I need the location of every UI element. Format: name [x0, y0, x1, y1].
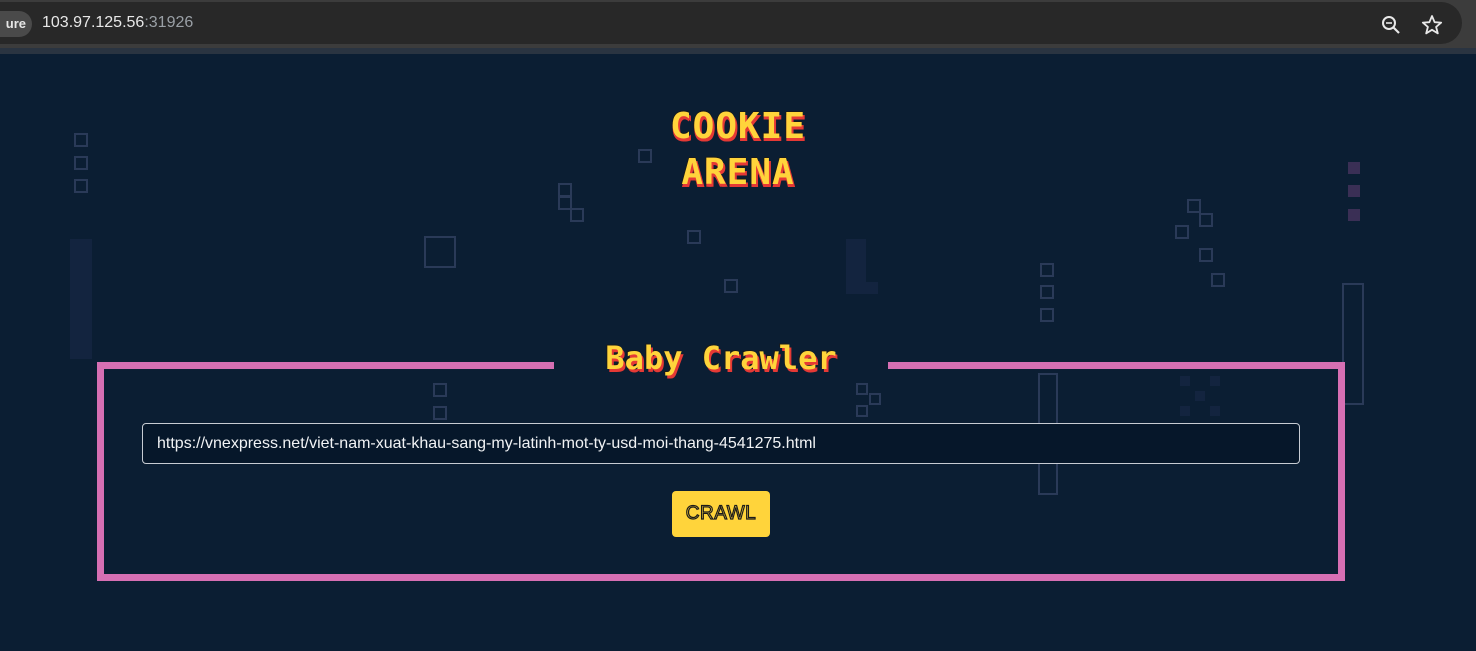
site-security-chip[interactable]: ure: [0, 11, 32, 37]
cookie-arena-logo: COOKIE ARENA: [0, 104, 1476, 196]
logo-line-1: COOKIE: [669, 106, 807, 147]
url-input[interactable]: [142, 423, 1300, 464]
page-title: Baby Crawler: [605, 339, 837, 377]
page-body: COOKIE ARENA Baby Crawler CRAWL: [0, 54, 1476, 651]
bookmark-star-icon[interactable]: [1421, 14, 1443, 36]
browser-toolbar: ure 103.97.125.56:31926: [0, 0, 1476, 48]
crawl-button[interactable]: CRAWL: [672, 491, 770, 537]
url-text[interactable]: 103.97.125.56:31926: [42, 14, 193, 32]
logo-line-2: ARENA: [681, 152, 795, 193]
zoom-icon[interactable]: [1380, 14, 1402, 36]
crawler-form-box: [97, 362, 1345, 581]
url-port: :31926: [144, 14, 194, 31]
url-host: 103.97.125.56: [42, 14, 145, 31]
address-bar[interactable]: ure 103.97.125.56:31926: [0, 2, 1462, 44]
